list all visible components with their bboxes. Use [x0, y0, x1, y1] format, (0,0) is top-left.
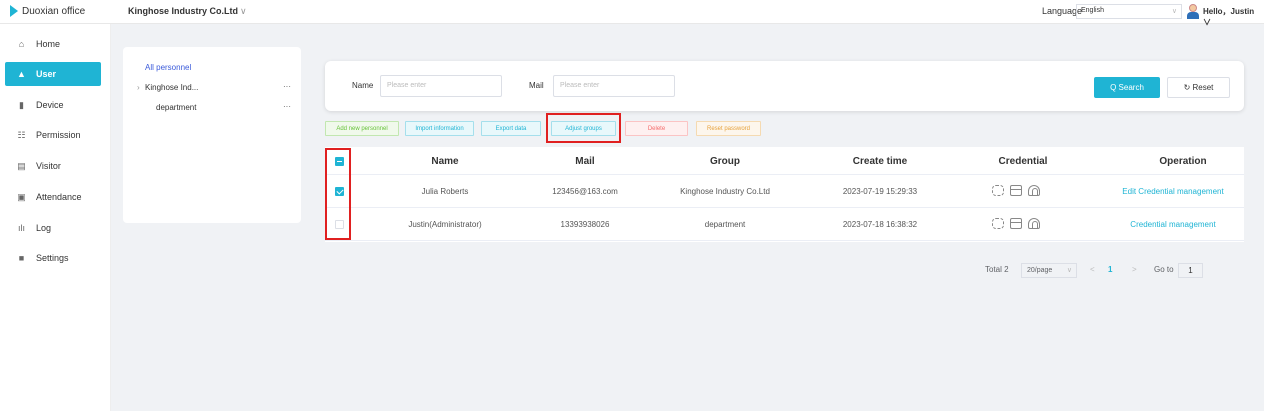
- tree-item-all-personnel[interactable]: All personnel: [145, 63, 191, 72]
- operation-links[interactable]: Edit Credential management: [1103, 187, 1243, 196]
- sidebar: ⌂ Home ▲ User ▮ Device ☷ Permission ▤ Visitor…: [0, 24, 111, 411]
- column-header[interactable]: Credential: [973, 156, 1073, 167]
- face-icon: [992, 185, 1004, 196]
- company-name: Kinghose Industry Co.Ltd: [128, 6, 238, 16]
- cell-mail: 13393938026: [560, 220, 610, 229]
- name-label: Name: [352, 81, 374, 90]
- home-icon: ⌂: [18, 38, 25, 49]
- credential-icons: [992, 218, 1040, 229]
- search-panel: Name Please enter Mail Please enter Q Se…: [325, 61, 1244, 111]
- column-header[interactable]: Name: [395, 156, 495, 167]
- sidebar-item-label: Device: [36, 100, 64, 110]
- reset-button[interactable]: ↻ Reset: [1167, 77, 1230, 98]
- more-icon[interactable]: ···: [283, 82, 291, 91]
- more-icon[interactable]: ···: [283, 102, 291, 111]
- language-select[interactable]: English ∨: [1076, 4, 1182, 19]
- mail-label: Mail: [529, 81, 544, 90]
- sidebar-item-label: Settings: [36, 253, 69, 263]
- add-personnel-button[interactable]: Add new personnel: [325, 121, 399, 136]
- table-row[interactable]: Justin(Administrator) 13393938026 depart…: [325, 208, 1244, 241]
- tree-item-department[interactable]: department: [156, 103, 196, 112]
- operation-links[interactable]: Credential management: [1103, 220, 1243, 229]
- cell-mail: 123456@163.com: [552, 187, 618, 196]
- avatar[interactable]: [1186, 3, 1200, 19]
- personnel-table: Name Mail Group Create time Credential O…: [325, 147, 1244, 242]
- page-size-value: 20/page: [1027, 267, 1053, 274]
- visitor-icon: ▤: [17, 160, 26, 171]
- cell-name: Justin(Administrator): [408, 220, 482, 229]
- next-page-button[interactable]: >: [1132, 265, 1137, 274]
- card-icon: [1010, 218, 1022, 229]
- tree-item-kinghose[interactable]: Kinghose Ind...: [145, 83, 198, 92]
- sidebar-item-label: Home: [36, 39, 61, 49]
- sidebar-item-label: Attendance: [36, 192, 82, 202]
- highlight-box-checkboxes: [325, 148, 351, 240]
- goto-page-input[interactable]: 1: [1178, 263, 1203, 278]
- sidebar-item-visitor[interactable]: ▤ Visitor: [5, 154, 101, 178]
- search-button[interactable]: Q Search: [1094, 77, 1160, 98]
- logo-icon: [10, 5, 18, 17]
- cell-group: department: [704, 220, 746, 229]
- sidebar-item-device[interactable]: ▮ Device: [5, 93, 101, 117]
- cell-group: Kinghose Industry Co.Ltd: [680, 187, 770, 196]
- sidebar-item-label: User: [36, 69, 57, 79]
- page-number-current[interactable]: 1: [1108, 265, 1112, 274]
- language-value: English: [1081, 7, 1104, 14]
- fingerprint-icon: [1028, 218, 1040, 229]
- cell-create-time: 2023-07-18 16:38:32: [842, 220, 918, 229]
- sidebar-item-label: Visitor: [36, 161, 61, 171]
- sidebar-item-permission[interactable]: ☷ Permission: [5, 123, 101, 147]
- cell-create-time: 2023-07-19 15:29:33: [842, 187, 918, 196]
- highlight-box-adjust: [546, 113, 621, 143]
- chevron-down-icon: ∨: [1171, 8, 1177, 15]
- sidebar-item-label: Permission: [36, 130, 81, 140]
- total-count: Total 2: [985, 265, 1009, 274]
- column-header[interactable]: Mail: [535, 156, 635, 167]
- cell-name: Julia Roberts: [421, 187, 469, 196]
- import-button[interactable]: Import information: [405, 121, 474, 136]
- credential-icons: [992, 185, 1040, 196]
- attendance-icon: ▣: [17, 191, 26, 202]
- column-header[interactable]: Group: [675, 156, 775, 167]
- mail-placeholder: Please enter: [560, 82, 600, 89]
- sidebar-item-user[interactable]: ▲ User: [5, 62, 101, 86]
- chevron-down-icon: ∨: [240, 6, 247, 16]
- fingerprint-icon: [1028, 185, 1040, 196]
- column-header[interactable]: Create time: [830, 156, 930, 167]
- table-row[interactable]: Julia Roberts 123456@163.com Kinghose In…: [325, 175, 1244, 208]
- app-name: Duoxian office: [22, 5, 86, 17]
- sidebar-item-settings[interactable]: ■ Settings: [5, 246, 101, 270]
- user-menu[interactable]: Hello，Justin ∨: [1203, 6, 1264, 28]
- expand-arrow-icon[interactable]: ›: [137, 83, 140, 92]
- goto-label: Go to: [1154, 265, 1174, 274]
- sidebar-item-attendance[interactable]: ▣ Attendance: [5, 185, 101, 209]
- export-button[interactable]: Export data: [481, 121, 541, 136]
- mail-input[interactable]: Please enter: [553, 75, 675, 97]
- top-bar: Duoxian office Kinghose Industry Co.Ltd ∨…: [0, 0, 1264, 27]
- reset-password-button[interactable]: Reset password: [696, 121, 761, 136]
- org-tree-panel: All personnel › Kinghose Ind... ··· depa…: [123, 47, 301, 223]
- delete-button[interactable]: Delete: [625, 121, 688, 136]
- log-icon: ılı: [17, 222, 25, 233]
- sidebar-item-home[interactable]: ⌂ Home: [5, 32, 101, 56]
- face-icon: [992, 218, 1004, 229]
- name-input[interactable]: Please enter: [380, 75, 502, 97]
- prev-page-button[interactable]: <: [1090, 265, 1095, 274]
- name-placeholder: Please enter: [387, 82, 427, 89]
- page-size-select[interactable]: 20/page ∨: [1021, 263, 1077, 278]
- table-header: Name Mail Group Create time Credential O…: [325, 147, 1244, 175]
- permission-icon: ☷: [17, 129, 26, 140]
- settings-icon: ■: [18, 252, 25, 263]
- column-header[interactable]: Operation: [1123, 156, 1243, 167]
- user-icon: ▲: [17, 68, 26, 79]
- device-icon: ▮: [19, 99, 24, 110]
- chevron-down-icon: ∨: [1066, 267, 1072, 274]
- sidebar-item-log[interactable]: ılı Log: [5, 216, 101, 240]
- logo: Duoxian office: [10, 5, 85, 17]
- company-switcher[interactable]: Kinghose Industry Co.Ltd ∨: [128, 6, 247, 17]
- card-icon: [1010, 185, 1022, 196]
- sidebar-item-label: Log: [36, 223, 52, 233]
